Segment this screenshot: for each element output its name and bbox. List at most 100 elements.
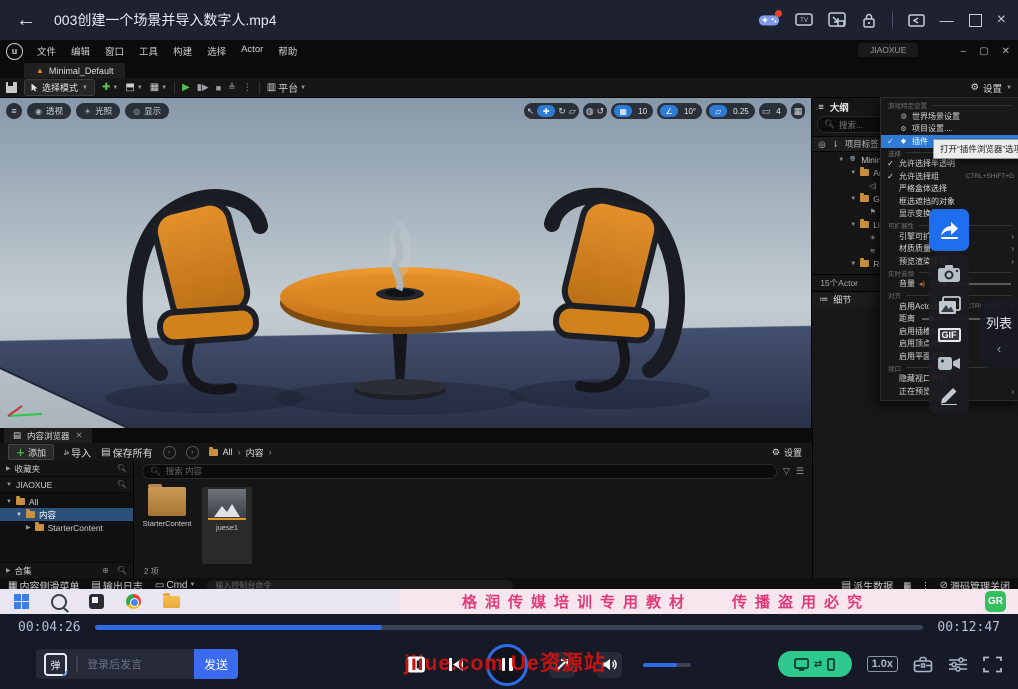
menu-item-box-occluded[interactable]: 框选遮挡的对象 [881, 195, 1018, 208]
danmaku-input[interactable]: 弹 | 登录后发言 [36, 649, 194, 679]
file-explorer-icon[interactable] [163, 596, 180, 608]
platforms-dropdown[interactable]: ▥平台▼ [267, 80, 306, 95]
dock-side-icon[interactable] [908, 13, 925, 28]
ue-restore-button[interactable]: ▢ [979, 46, 988, 57]
menu-help[interactable]: 帮助 [278, 44, 297, 58]
visibility-column-icon[interactable]: ◎ [818, 139, 825, 150]
menu-select[interactable]: 选择 [207, 44, 226, 58]
save-icon[interactable] [6, 82, 17, 93]
add-collection-icon[interactable]: ⊕ [102, 566, 109, 575]
asset-tile-selected[interactable]: juese1 [202, 487, 252, 564]
menu-item-project-settings[interactable]: ⚙项目设置.... [881, 123, 1018, 136]
lock-icon[interactable] [861, 12, 877, 29]
gamepad-icon[interactable] [758, 12, 780, 28]
menu-file[interactable]: 文件 [37, 44, 56, 58]
menu-edit[interactable]: 编辑 [71, 44, 90, 58]
play-in-editor-button[interactable]: ▶ [182, 82, 190, 93]
view-options-icon[interactable]: ☰ [796, 466, 804, 477]
scale-tool-icon[interactable]: ▱ [569, 106, 576, 117]
perspective-button[interactable]: ◉透视 [27, 103, 71, 119]
cb-settings-button[interactable]: ⚙设置 [772, 446, 802, 459]
ue-minimize-button[interactable]: – [961, 46, 967, 57]
menu-window[interactable]: 窗口 [105, 44, 124, 58]
settings-sliders-button[interactable] [948, 656, 968, 673]
grid-snap-control[interactable]: ▦ 10 [611, 103, 653, 119]
select-tool-icon[interactable]: ↖ [527, 106, 535, 117]
import-button[interactable]: ⭟导入 [64, 445, 91, 460]
device-switch-button[interactable]: ⇄ [778, 651, 852, 677]
menu-item-allow-group[interactable]: ✓允许选择组CTRL+SHIFT+G [881, 170, 1018, 183]
image-capture-icon[interactable] [938, 296, 961, 315]
fullscreen-button[interactable] [983, 656, 1002, 673]
menu-item-strict-box[interactable]: 严格盒体选择 [881, 183, 1018, 196]
tv-cast-icon[interactable]: TV [795, 12, 813, 28]
chrome-icon[interactable] [126, 594, 141, 609]
scale-snap-control[interactable]: ▱ 0.25 [706, 103, 755, 119]
windows-start-icon[interactable] [14, 594, 29, 609]
volume-slider[interactable] [643, 663, 691, 667]
forward-nav-button[interactable]: › [186, 446, 199, 459]
skip-frame-button[interactable]: ▮▶ [197, 82, 209, 93]
seek-bar[interactable] [95, 625, 924, 630]
search-icon[interactable]: 🔍︎ [117, 480, 127, 489]
search-icon[interactable]: 🔍︎ [117, 566, 127, 575]
breadcrumb-root[interactable]: All [223, 447, 233, 457]
menu-item-world-settings[interactable]: ◍世界场景设置 [881, 110, 1018, 123]
rotate-tool-icon[interactable]: ↻ [558, 106, 566, 117]
surface-snap-icon[interactable]: ↺ [597, 106, 605, 117]
add-button[interactable]: ＋添加 [8, 444, 54, 460]
menu-tools[interactable]: 工具 [139, 44, 158, 58]
move-tool-icon[interactable]: ✚ [537, 105, 555, 117]
level-tab[interactable]: ▲ Minimal_Default [24, 63, 125, 78]
annotate-pencil-icon[interactable] [938, 385, 960, 405]
playback-speed-button[interactable]: 1.0x [867, 656, 898, 672]
collections-section[interactable]: ▶合集⊕🔍︎ [0, 562, 133, 578]
tree-row-all[interactable]: ▼All [0, 495, 133, 508]
lit-button[interactable]: ☀光照 [76, 103, 120, 119]
taskbar-search-icon[interactable] [51, 594, 67, 610]
eject-button[interactable]: ≜ [228, 82, 236, 93]
stop-pie-button[interactable]: ■ [216, 83, 221, 93]
close-button[interactable]: × [997, 11, 1006, 29]
ue-close-button[interactable]: ✕ [1002, 46, 1010, 57]
close-tab-icon[interactable]: ✕ [76, 430, 83, 441]
search-icon[interactable]: 🔍︎ [117, 464, 127, 473]
minimize-button[interactable]: — [940, 12, 954, 28]
cinematics-button[interactable]: ▦▼ [150, 82, 167, 93]
breadcrumb-current[interactable]: 内容 [246, 446, 264, 459]
back-button[interactable]: ← [16, 9, 36, 32]
project-section[interactable]: ▼JIAOXUE🔍︎ [0, 477, 133, 493]
toolbox-button[interactable] [913, 655, 933, 673]
add-actor-button[interactable]: ✚▼ [102, 82, 118, 93]
menu-build[interactable]: 构建 [173, 44, 192, 58]
menu-actor[interactable]: Actor [241, 44, 263, 58]
pin-column-icon[interactable]: ⇂ [832, 139, 839, 150]
taskbar-app-icon[interactable] [89, 594, 104, 609]
menu-item-allow-translucent[interactable]: ✓允许选择半透明 [881, 158, 1018, 171]
maximize-viewport-icon[interactable]: ▦ [794, 106, 803, 117]
camera-speed-control[interactable]: ▭ 4 [759, 103, 787, 119]
screenshot-camera-icon[interactable] [937, 264, 961, 283]
asset-tile-folder[interactable]: StarterContent [144, 487, 190, 564]
back-nav-button[interactable]: ‹ [163, 446, 176, 459]
select-mode-dropdown[interactable]: 选择模式 ▼ [24, 79, 95, 96]
rotation-snap-control[interactable]: ∠ 10° [657, 103, 702, 119]
filter-icon[interactable]: ▽ [783, 466, 790, 477]
share-button[interactable] [929, 209, 969, 251]
play-options-button[interactable]: ⋮ [243, 82, 252, 93]
save-all-button[interactable]: ▤保存所有 [101, 445, 152, 460]
world-space-icon[interactable]: ◍ [586, 106, 594, 117]
favorites-section[interactable]: ▶收藏夹🔍︎ [0, 461, 133, 477]
level-viewport[interactable]: ≡ ◉透视 ☀光照 ◎显示 ↖ ✚ ↻ ▱ ◍ ↺ [0, 98, 811, 428]
playlist-side-tab[interactable]: 列表 ‹ [980, 300, 1018, 368]
blueprints-button[interactable]: ⬒▼ [125, 82, 142, 93]
outliner-menu-icon[interactable]: ≡ [818, 102, 824, 113]
mini-window-icon[interactable] [828, 12, 846, 28]
send-button[interactable]: 发送 [194, 649, 238, 679]
settings-dropdown-button[interactable]: ⚙ 设置 ▼ [971, 81, 1013, 95]
content-search-input[interactable]: 🔍︎ 搜索 内容 [142, 464, 777, 479]
tree-row-startercontent[interactable]: ▶StarterContent [0, 521, 133, 534]
show-button[interactable]: ◎显示 [125, 103, 169, 119]
video-record-icon[interactable] [937, 355, 961, 372]
tree-row-content-selected[interactable]: ▼内容 [0, 508, 133, 521]
